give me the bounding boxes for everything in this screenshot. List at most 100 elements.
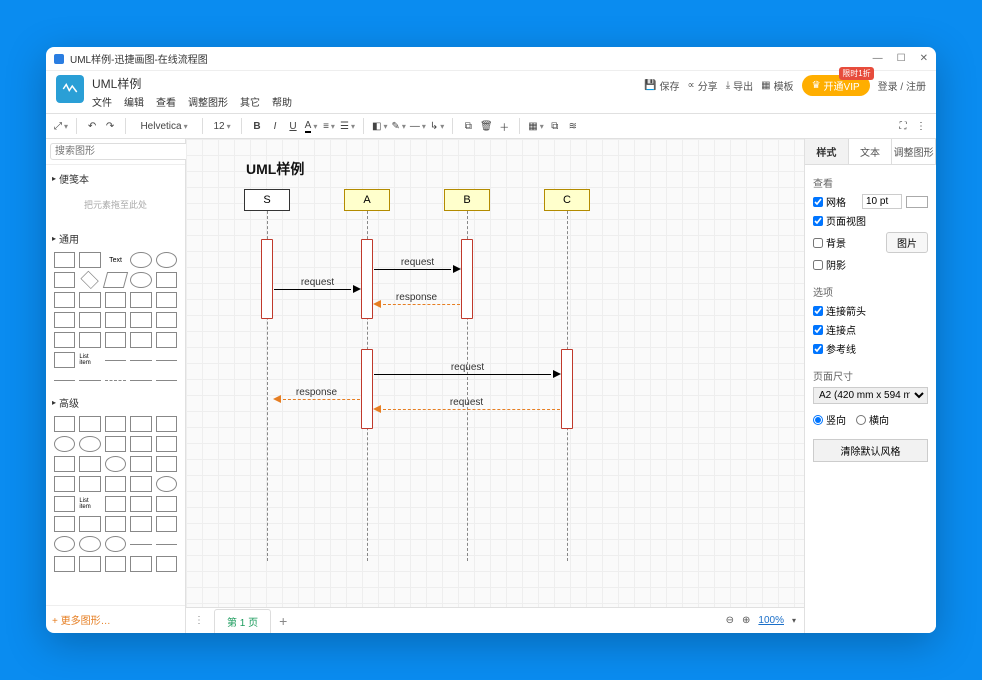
shape-data[interactable] <box>54 332 75 348</box>
ashape-28[interactable] <box>105 516 126 532</box>
copy-button[interactable]: ⧉ <box>461 118 475 134</box>
ashape-19[interactable] <box>130 476 151 492</box>
ashape-11[interactable] <box>54 456 75 472</box>
add-page-button[interactable]: + <box>279 613 287 629</box>
shape-ellipse2[interactable] <box>156 252 177 268</box>
link-button[interactable]: ⧉ <box>548 118 562 134</box>
layers-button[interactable]: ≋ <box>566 118 580 134</box>
activation-s-1[interactable] <box>261 239 273 319</box>
ashape-4[interactable] <box>130 416 151 432</box>
ashape-9[interactable] <box>130 436 151 452</box>
ashape-30[interactable] <box>156 516 177 532</box>
export-button[interactable]: ⤓ 导出 <box>726 78 753 93</box>
shape-and[interactable] <box>156 312 177 328</box>
shape-step[interactable] <box>79 292 100 308</box>
grid-color-swatch[interactable] <box>906 196 928 208</box>
shape-data2[interactable] <box>79 332 100 348</box>
menu-view[interactable]: 查看 <box>156 94 176 109</box>
fill-color-button[interactable]: ◧ <box>372 118 387 134</box>
background-checkbox[interactable]: 背景 <box>813 235 846 250</box>
ashape-15[interactable] <box>156 456 177 472</box>
shape-bidir[interactable] <box>156 380 177 381</box>
portrait-radio[interactable]: 竖向 <box>813 412 846 427</box>
shape-rect3[interactable] <box>156 272 177 288</box>
ashape-17[interactable] <box>79 476 100 492</box>
document-title[interactable]: UML样例 <box>92 75 292 92</box>
conn-arrows-checkbox[interactable]: 连接箭头 <box>813 303 866 318</box>
undo-button[interactable]: ↶ <box>85 118 99 134</box>
activation-c-2[interactable] <box>561 349 573 429</box>
shape-line2[interactable] <box>130 360 151 361</box>
shape-list[interactable] <box>54 352 75 368</box>
shape-tape[interactable] <box>79 312 100 328</box>
ashape-34[interactable] <box>130 544 151 545</box>
conn-points-checkbox[interactable]: 连接点 <box>813 322 856 337</box>
landscape-radio[interactable]: 横向 <box>856 412 889 427</box>
zoom-dropdown[interactable]: ⤢ <box>54 118 68 134</box>
menu-arrange[interactable]: 调整图形 <box>188 94 228 109</box>
ashape-3[interactable] <box>105 416 126 432</box>
menu-extras[interactable]: 其它 <box>240 94 260 109</box>
ashape-13[interactable] <box>105 456 126 472</box>
activation-a-1[interactable] <box>361 239 373 319</box>
shape-trap[interactable] <box>105 292 126 308</box>
zoom-level[interactable]: 100% <box>758 615 784 626</box>
delete-button[interactable]: 🗑 <box>479 118 493 134</box>
image-button[interactable]: 图片 <box>886 232 928 253</box>
minimize-button[interactable]: — <box>873 53 883 64</box>
ashape-14[interactable] <box>130 456 151 472</box>
vip-button[interactable]: ♛开通VIP 限时1折 <box>802 75 870 96</box>
grid-size-input[interactable] <box>862 194 902 209</box>
activation-b-1[interactable] <box>461 239 473 319</box>
align-v-button[interactable]: ☰ <box>340 118 355 134</box>
ashape-18[interactable] <box>105 476 126 492</box>
shape-hex[interactable] <box>54 292 75 308</box>
ashape-21[interactable] <box>54 496 75 512</box>
ashape-35[interactable] <box>156 544 177 545</box>
pageview-checkbox[interactable]: 页面视图 <box>813 213 866 228</box>
shape-rect[interactable] <box>54 252 75 268</box>
diagram-title[interactable]: UML样例 <box>246 159 304 179</box>
ashape-16[interactable] <box>54 476 75 492</box>
lifeline-head-s[interactable]: S <box>244 189 290 211</box>
share-button[interactable]: ∝ 分享 <box>688 78 718 93</box>
ashape-39[interactable] <box>130 556 151 572</box>
shape-arrow[interactable] <box>156 360 177 361</box>
font-color-button[interactable]: A <box>304 118 318 134</box>
zoom-out-icon[interactable]: ⊖ <box>726 615 734 626</box>
tab-arrange[interactable]: 调整图形 <box>892 139 936 164</box>
shape-line6[interactable] <box>130 380 151 381</box>
page-tab-1[interactable]: 第 1 页 <box>214 609 271 633</box>
ashape-2[interactable] <box>79 416 100 432</box>
login-link[interactable]: 登录 / 注册 <box>878 78 926 93</box>
font-size-select[interactable]: 12 <box>211 118 233 134</box>
save-button[interactable]: 💾 保存 <box>644 78 679 93</box>
ashape-8[interactable] <box>105 436 126 452</box>
menu-file[interactable]: 文件 <box>92 94 112 109</box>
ashape-6[interactable] <box>54 436 75 452</box>
shape-line3[interactable] <box>54 380 75 381</box>
ashape-25[interactable] <box>156 496 177 512</box>
italic-button[interactable]: I <box>268 118 282 134</box>
advanced-section[interactable]: 高级 <box>52 393 179 412</box>
guides-checkbox[interactable]: 参考线 <box>813 341 856 356</box>
ashape-5[interactable] <box>156 416 177 432</box>
shadow-checkbox[interactable]: 阴影 <box>813 257 846 272</box>
add-button[interactable]: ＋ <box>497 118 511 134</box>
ashape-26[interactable] <box>54 516 75 532</box>
ashape-29[interactable] <box>130 516 151 532</box>
ashape-7[interactable] <box>79 436 100 452</box>
reset-style-button[interactable]: 清除默认风格 <box>813 439 928 462</box>
shape-rect5[interactable] <box>130 332 151 348</box>
ashape-37[interactable] <box>79 556 100 572</box>
general-section[interactable]: 通用 <box>52 229 179 248</box>
grid-checkbox[interactable]: 网格 <box>813 194 846 209</box>
ashape-24[interactable] <box>130 496 151 512</box>
pagesize-select[interactable]: A2 (420 mm x 594 mm) <box>813 387 928 404</box>
ashape-23[interactable] <box>105 496 126 512</box>
menu-help[interactable]: 帮助 <box>272 94 292 109</box>
align-h-button[interactable]: ≡ <box>322 118 336 134</box>
connector-style-button[interactable]: ↳ <box>430 118 444 134</box>
tab-style[interactable]: 样式 <box>805 139 849 164</box>
shape-ellipse[interactable] <box>130 252 151 268</box>
